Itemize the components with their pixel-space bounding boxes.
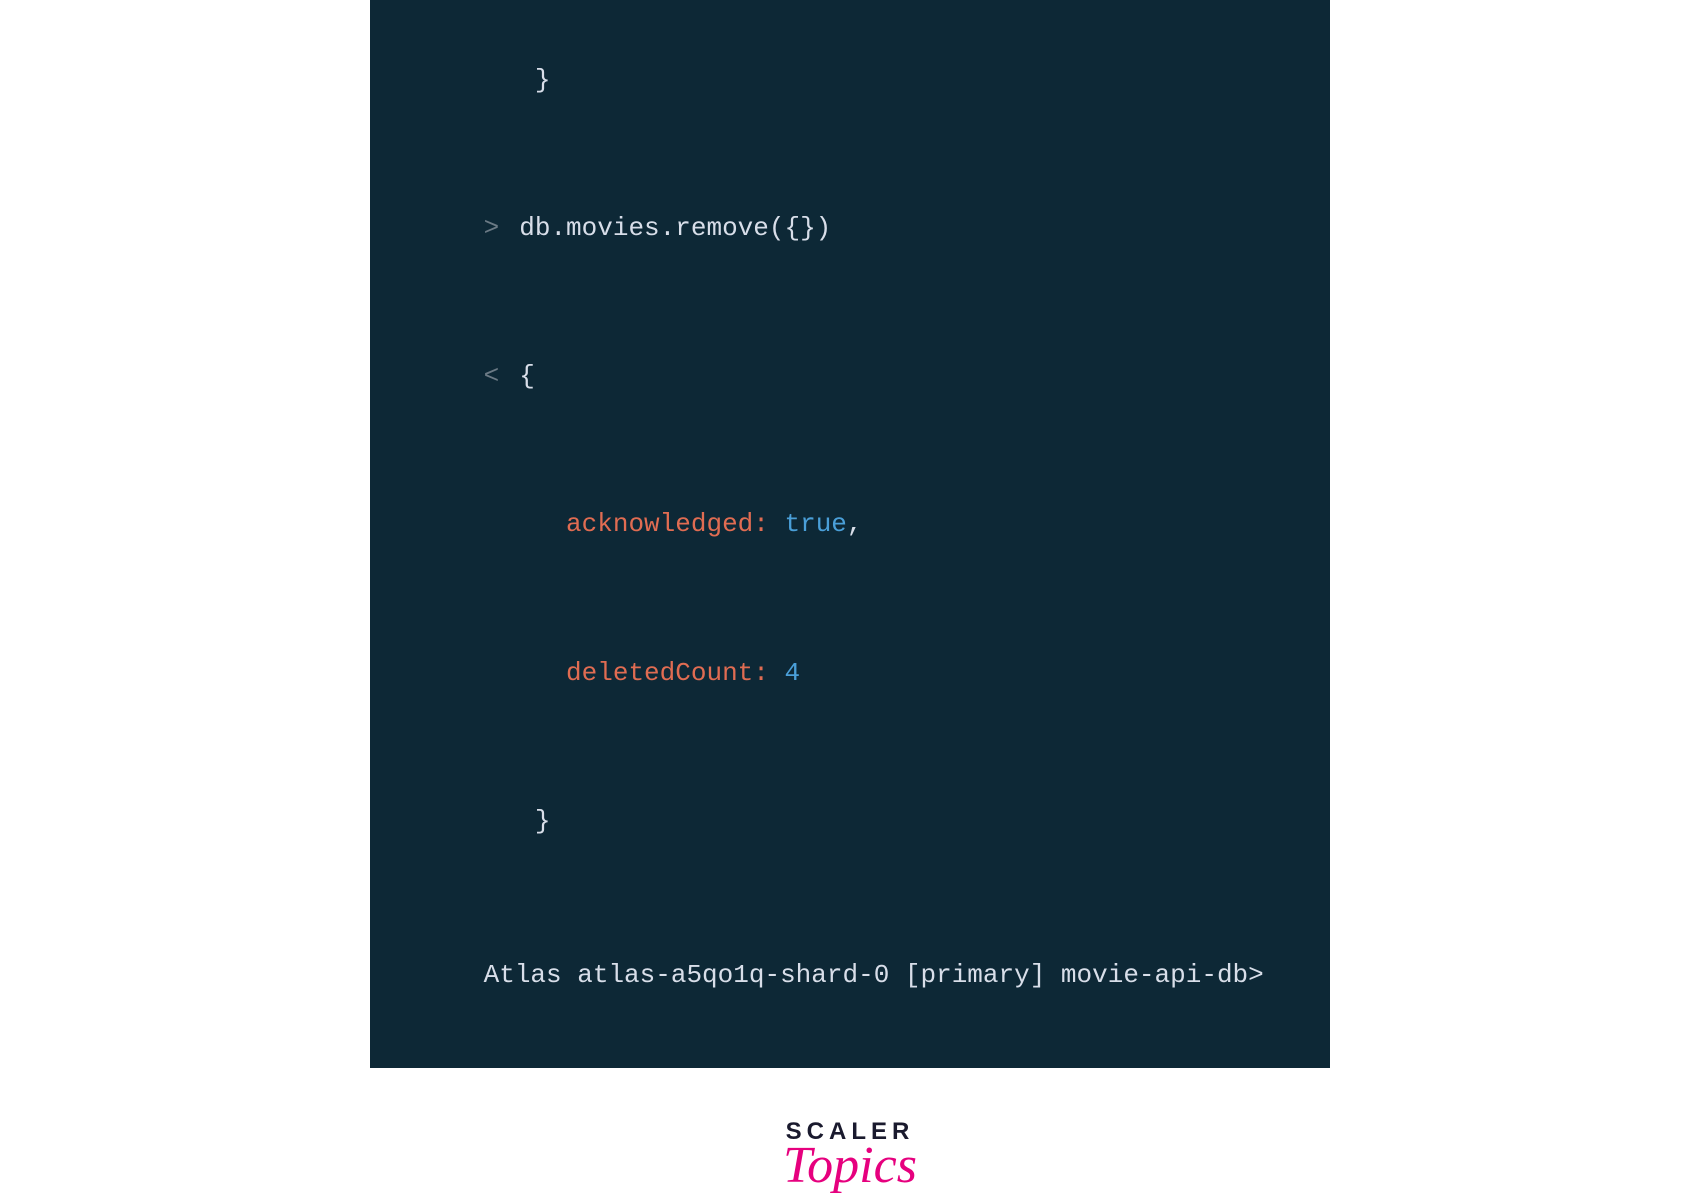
mongosh-terminal: >_MONGOSH acknowledged: true, deletedCou… [370,0,1330,1068]
terminal-body[interactable]: acknowledged: true, deletedCount: 1 } > … [370,0,1330,1068]
shell-prompt[interactable]: Atlas atlas-a5qo1q-shard-0 [primary] mov… [390,896,1310,1050]
prompt-text: Atlas atlas-a5qo1q-shard-0 [primary] mov… [484,960,1264,990]
branding-logo: SCALER Topics [783,1118,917,1195]
branding-line-2: Topics [783,1136,917,1195]
command-line: > db.movies.remove({}) [390,155,1310,303]
output-line-close: } [390,747,1310,895]
output-line-open: < { [390,303,1310,451]
prompt-input-icon: > [484,204,504,253]
command-text: db.movies.remove({}) [519,213,831,243]
prompt-output-icon: < [484,352,504,401]
output-line-ack: acknowledged: true, [390,451,1310,599]
output-line-prev-close: } [390,6,1310,154]
output-line-count: deletedCount: 4 [390,599,1310,747]
